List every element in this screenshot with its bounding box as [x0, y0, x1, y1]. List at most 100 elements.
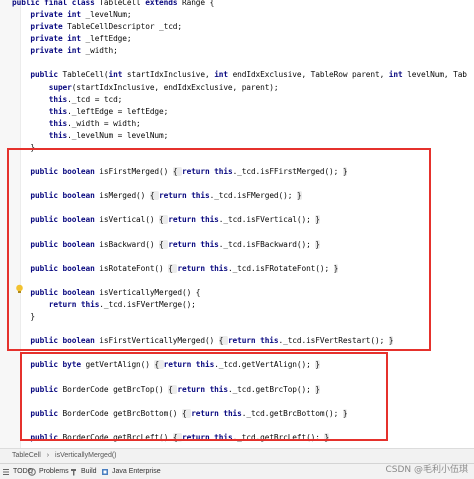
- code-token: private int: [12, 34, 86, 44]
- build-hammer-icon: [71, 468, 76, 475]
- code-token: ._tcd.isFBackward();: [218, 239, 316, 249]
- code-line[interactable]: public boolean isMerged() { return this.…: [12, 189, 302, 202]
- lightbulb-icon[interactable]: [15, 284, 24, 294]
- code-token: ._tcd.isFVertMerge();: [99, 300, 196, 309]
- code-token: ._tcd.isFVertical();: [218, 215, 316, 225]
- code-token: }: [324, 432, 330, 442]
- code-line[interactable]: this._width = width;: [12, 117, 141, 130]
- code-token: isFirstMerged(): [99, 167, 173, 177]
- code-token: public boolean: [12, 287, 100, 297]
- code-token: {: [172, 167, 183, 177]
- code-line[interactable]: public TableCell(int startIdxInclusive, …: [12, 68, 467, 81]
- code-token: ._tcd.getVertAlign();: [214, 360, 316, 370]
- code-token: }: [12, 312, 35, 322]
- code-line[interactable]: public BorderCode getBrcBottom() { retur…: [12, 407, 348, 420]
- code-token: public: [12, 70, 63, 80]
- code-token: private int: [12, 46, 86, 56]
- breadcrumb-class[interactable]: TableCell: [12, 449, 41, 463]
- code-token: TableCellDescriptor _tcd;: [67, 22, 182, 32]
- code-token: isFirstVerticallyMerged(): [99, 336, 219, 346]
- code-token: getVertAlign(): [85, 360, 155, 370]
- code-token: return this: [182, 167, 233, 177]
- code-token: int: [108, 70, 127, 80]
- code-line[interactable]: private int _levelNum;: [12, 8, 131, 21]
- code-line[interactable]: }: [12, 310, 35, 323]
- code-token: private: [12, 22, 68, 32]
- code-token: BorderCode getBrcBottom(): [62, 408, 182, 418]
- code-token: }: [315, 360, 320, 370]
- code-line[interactable]: public boolean isFirstMerged() { return …: [12, 165, 348, 178]
- code-token: {: [218, 336, 228, 346]
- code-token: }: [315, 215, 320, 225]
- code-token: this: [12, 106, 68, 116]
- code-line[interactable]: }: [12, 141, 35, 154]
- todo-icon: [3, 468, 9, 475]
- code-token: }: [342, 408, 348, 418]
- watermark: CSDN @毛利小伍琪: [385, 465, 468, 475]
- code-token: return this: [227, 336, 279, 346]
- code-token: int: [214, 70, 233, 80]
- code-token: return this: [159, 191, 210, 201]
- code-line[interactable]: this._leftEdge = leftEdge;: [12, 105, 169, 118]
- code-line[interactable]: private TableCellDescriptor _tcd;: [12, 20, 182, 33]
- code-token: ._tcd.isFVertRestart();: [278, 336, 389, 346]
- code-token: public: [12, 384, 63, 394]
- code-token: this: [12, 94, 68, 104]
- code-token: isMerged(): [99, 191, 150, 201]
- breadcrumb-separator: ›: [46, 452, 50, 459]
- code-line[interactable]: public boolean isRotateFont() { return t…: [12, 262, 338, 275]
- java-enterprise-icon: [102, 468, 108, 475]
- code-token: TableCell(: [62, 70, 109, 80]
- code-token: _leftEdge;: [85, 34, 132, 44]
- code-token: Range {: [182, 0, 215, 7]
- code-token: {: [182, 408, 192, 418]
- code-token: isBackward(): [99, 239, 160, 249]
- code-line[interactable]: public BorderCode getBrcTop() { return t…: [12, 383, 320, 396]
- code-token: return this: [191, 408, 242, 418]
- code-token: {: [154, 360, 164, 370]
- code-token: isVertical(): [99, 215, 160, 225]
- code-token: public byte: [12, 360, 86, 370]
- code-editor[interactable]: public final class TableCell extends Ran…: [0, 0, 474, 448]
- code-line[interactable]: private int _leftEdge;: [12, 32, 131, 45]
- code-token: return this: [177, 384, 228, 394]
- code-token: this: [12, 130, 68, 140]
- code-line[interactable]: public BorderCode getBrcLeft() { return …: [12, 431, 329, 444]
- code-token: this: [12, 118, 68, 128]
- java-enterprise-tab[interactable]: Java Enterprise: [101, 464, 161, 479]
- code-line[interactable]: private int _width;: [12, 44, 118, 57]
- code-line[interactable]: public byte getVertAlign() { return this…: [12, 358, 320, 371]
- code-token: ._tcd.getBrcBottom();: [241, 408, 343, 418]
- code-line[interactable]: public boolean isVerticallyMerged() {: [12, 286, 200, 299]
- code-token: }: [12, 142, 35, 152]
- code-token: super: [12, 82, 72, 92]
- code-token: }: [296, 191, 302, 201]
- code-token: startIdxInclusive,: [126, 70, 215, 80]
- code-token: ._tcd = tcd;: [67, 94, 123, 104]
- code-token: BorderCode getBrcTop(): [62, 384, 169, 394]
- build-tab[interactable]: Build: [70, 464, 97, 479]
- breadcrumb-method[interactable]: isVerticallyMerged(): [55, 449, 116, 463]
- code-token: _width;: [85, 46, 118, 56]
- code-token: extends: [145, 0, 183, 7]
- code-line[interactable]: public boolean isFirstVerticallyMerged()…: [12, 334, 393, 347]
- code-token: }: [342, 167, 348, 177]
- code-token: public boolean: [12, 239, 100, 249]
- code-token: }: [388, 336, 394, 346]
- code-line[interactable]: super(startIdxInclusive, endIdxExclusive…: [12, 81, 279, 94]
- code-token: endIdxExclusive, TableRow parent,: [232, 70, 389, 80]
- code-token: isVerticallyMerged() {: [99, 287, 201, 297]
- code-token: public boolean: [12, 336, 100, 346]
- problems-tab[interactable]: Problems: [28, 464, 69, 479]
- code-token: return this: [182, 432, 233, 442]
- code-line[interactable]: this._tcd = tcd;: [12, 93, 123, 106]
- code-line[interactable]: public boolean isBackward() { return thi…: [12, 238, 320, 251]
- breadcrumb: TableCell › isVerticallyMerged(): [0, 448, 474, 463]
- code-line[interactable]: return this._tcd.isFVertMerge();: [12, 298, 196, 311]
- code-token: ._levelNum = levelNum;: [67, 130, 169, 140]
- code-line[interactable]: this._levelNum = levelNum;: [12, 129, 169, 142]
- java-enterprise-label: Java Enterprise: [112, 468, 161, 475]
- code-token: public: [12, 408, 63, 418]
- code-line[interactable]: public boolean isVertical() { return thi…: [12, 213, 320, 226]
- code-token: {: [149, 191, 160, 201]
